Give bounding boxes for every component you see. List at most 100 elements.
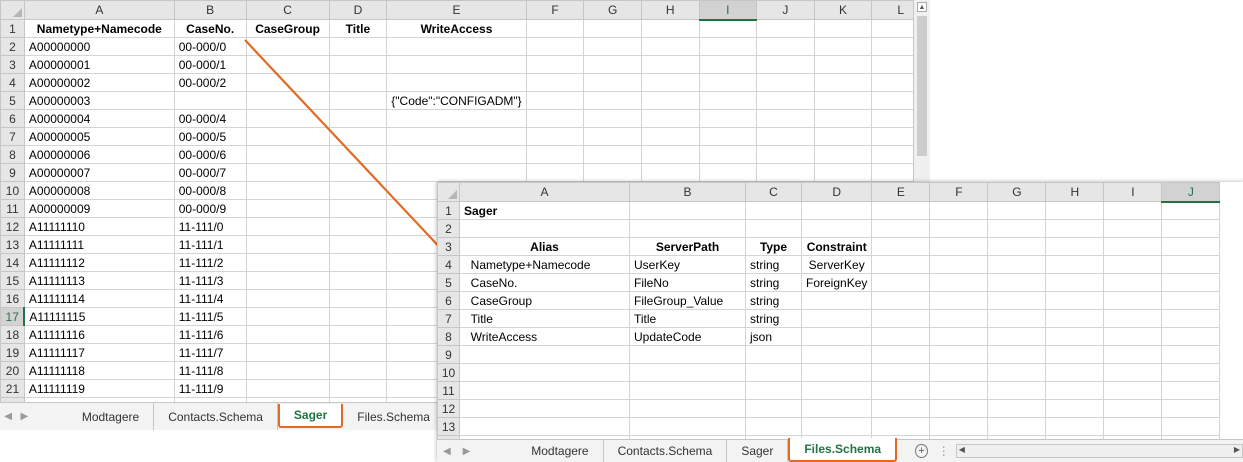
cell[interactable] — [987, 291, 1047, 310]
cell[interactable]: A11111114 — [23, 289, 175, 308]
cell[interactable] — [583, 55, 642, 74]
cell[interactable] — [1161, 255, 1221, 274]
cell[interactable] — [1045, 381, 1105, 400]
cell[interactable] — [328, 73, 388, 92]
row-header[interactable]: 2 — [0, 37, 25, 56]
row-header[interactable]: 17 — [0, 307, 26, 326]
cell[interactable] — [640, 163, 700, 182]
cell[interactable]: Title — [459, 309, 630, 328]
cell[interactable]: CaseGroup — [245, 19, 330, 38]
cell[interactable]: 11-111/8 — [173, 361, 247, 380]
tab-next-icon[interactable]: ▶ — [16, 411, 32, 422]
cell[interactable] — [987, 345, 1047, 364]
row-header[interactable]: 5 — [437, 273, 460, 292]
tab-prev-icon[interactable]: ◀ — [0, 411, 16, 422]
cell[interactable] — [386, 55, 527, 74]
column-header[interactable]: I — [698, 0, 758, 21]
cell[interactable] — [1161, 219, 1221, 238]
cell[interactable]: 00-000/8 — [173, 181, 247, 200]
cell[interactable] — [756, 109, 815, 128]
cell[interactable] — [1161, 345, 1221, 364]
cell[interactable] — [756, 91, 815, 110]
cell[interactable] — [1161, 309, 1221, 328]
cell[interactable] — [245, 307, 330, 326]
cell[interactable] — [1045, 309, 1105, 328]
cell[interactable] — [328, 109, 388, 128]
row-header[interactable]: 12 — [0, 217, 25, 236]
cell[interactable] — [245, 55, 330, 74]
cell[interactable] — [328, 343, 388, 362]
cell[interactable] — [871, 273, 931, 292]
cell[interactable]: 11-111/7 — [173, 343, 247, 362]
cell[interactable] — [800, 291, 873, 310]
cell[interactable] — [987, 273, 1047, 292]
cell[interactable] — [1161, 273, 1221, 292]
cell[interactable]: A00000005 — [23, 127, 175, 146]
cell[interactable] — [525, 73, 585, 92]
cell[interactable] — [1103, 345, 1163, 364]
row-header[interactable]: 21 — [0, 379, 25, 398]
cell[interactable] — [987, 255, 1047, 274]
cell[interactable] — [245, 163, 330, 182]
cell[interactable] — [987, 201, 1047, 220]
cell[interactable] — [328, 325, 388, 344]
cell[interactable] — [525, 109, 585, 128]
row-header[interactable]: 5 — [0, 91, 25, 110]
sheet-tab[interactable]: Files.Schema — [788, 438, 898, 462]
cell[interactable] — [800, 345, 873, 364]
cell[interactable] — [459, 381, 630, 400]
cell[interactable] — [871, 327, 931, 346]
cell[interactable] — [871, 399, 931, 418]
cell[interactable] — [800, 309, 873, 328]
cell[interactable] — [987, 417, 1047, 436]
scrollbar-thumb[interactable] — [917, 16, 927, 156]
row-header[interactable]: 8 — [0, 145, 25, 164]
row-header[interactable]: 7 — [437, 309, 460, 328]
cell[interactable] — [386, 73, 527, 92]
cell[interactable] — [245, 127, 330, 146]
cell[interactable] — [386, 109, 527, 128]
cell[interactable] — [583, 91, 642, 110]
row-header[interactable]: 9 — [437, 345, 460, 364]
cell[interactable] — [525, 19, 585, 38]
cell[interactable] — [386, 127, 527, 146]
cell[interactable] — [813, 145, 873, 164]
cell[interactable] — [245, 145, 330, 164]
cell[interactable] — [1161, 201, 1221, 220]
cell[interactable]: WriteAccess — [386, 19, 527, 38]
cell[interactable] — [328, 145, 388, 164]
cell[interactable] — [745, 417, 802, 436]
cell[interactable] — [871, 381, 931, 400]
cell[interactable] — [871, 345, 931, 364]
cell[interactable]: 00-000/6 — [173, 145, 247, 164]
cell[interactable] — [698, 109, 758, 128]
column-header[interactable]: J — [756, 0, 815, 20]
row-header[interactable]: 10 — [0, 181, 25, 200]
cell[interactable] — [813, 109, 873, 128]
cell[interactable]: A00000000 — [23, 37, 175, 56]
cell[interactable] — [328, 379, 388, 398]
cell[interactable] — [328, 91, 388, 110]
select-all-corner[interactable] — [0, 0, 25, 20]
cell[interactable] — [800, 201, 873, 220]
cell[interactable]: A11111115 — [23, 307, 175, 326]
cell[interactable] — [698, 19, 758, 38]
row-header[interactable]: 19 — [0, 343, 25, 362]
cell[interactable]: 11-111/9 — [173, 379, 247, 398]
cell[interactable] — [583, 145, 642, 164]
row-header[interactable]: 18 — [0, 325, 25, 344]
cell[interactable] — [173, 91, 247, 110]
cell[interactable] — [245, 343, 330, 362]
column-header[interactable]: F — [525, 0, 585, 20]
column-header[interactable]: B — [629, 182, 746, 202]
tab-split-handle[interactable]: ⋮ — [938, 444, 950, 458]
cell[interactable] — [813, 163, 873, 182]
cell[interactable] — [1045, 345, 1105, 364]
cell[interactable]: A11111113 — [23, 271, 175, 290]
cell[interactable]: Sager — [459, 201, 630, 220]
cell[interactable] — [1103, 309, 1163, 328]
cell[interactable] — [929, 273, 989, 292]
cell[interactable] — [629, 219, 746, 238]
row-header[interactable]: 16 — [0, 289, 25, 308]
cell[interactable] — [1161, 381, 1221, 400]
